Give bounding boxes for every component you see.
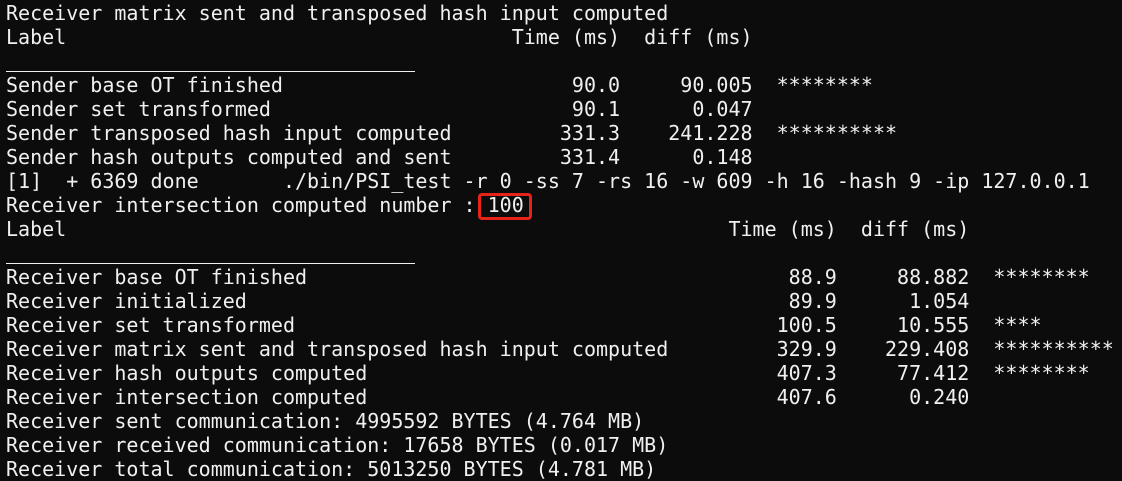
terminal-line: Label Time (ms) diff (ms) [6, 217, 970, 241]
terminal-line: Receiver set transformed 100.5 10.555 **… [6, 313, 1042, 337]
terminal-line: Receiver initialized 89.9 1.054 [6, 289, 970, 313]
highlight-box [478, 193, 532, 220]
separator-line [6, 263, 415, 264]
terminal-line: Sender set transformed 90.1 0.047 [6, 97, 753, 121]
terminal-line: Receiver hash outputs computed 407.3 77.… [6, 361, 1090, 385]
terminal-line: Receiver sent communication: 4995592 BYT… [6, 409, 645, 433]
terminal-line: Sender hash outputs computed and sent 33… [6, 145, 753, 169]
terminal-line: Receiver matrix sent and transposed hash… [6, 337, 1114, 361]
terminal-line: Receiver intersection computed 407.6 0.2… [6, 385, 970, 409]
terminal-line: Receiver total communication: 5013250 BY… [6, 457, 657, 481]
terminal-line: Receiver matrix sent and transposed hash… [6, 1, 669, 25]
terminal-line: Receiver base OT finished 88.9 88.882 **… [6, 265, 1090, 289]
terminal-line: [1] + 6369 done ./bin/PSI_test -r 0 -ss … [6, 169, 1090, 193]
terminal-line: Label Time (ms) diff (ms) [6, 25, 753, 49]
terminal-line: Receiver intersection computed number : … [6, 193, 524, 217]
terminal-line: Sender base OT finished 90.0 90.005 ****… [6, 73, 873, 97]
terminal-output[interactable]: Receiver matrix sent and transposed hash… [0, 0, 1122, 481]
terminal-line: Sender transposed hash input computed 33… [6, 121, 898, 145]
terminal-line: Receiver received communication: 17658 B… [6, 433, 669, 457]
separator-line [6, 71, 415, 72]
